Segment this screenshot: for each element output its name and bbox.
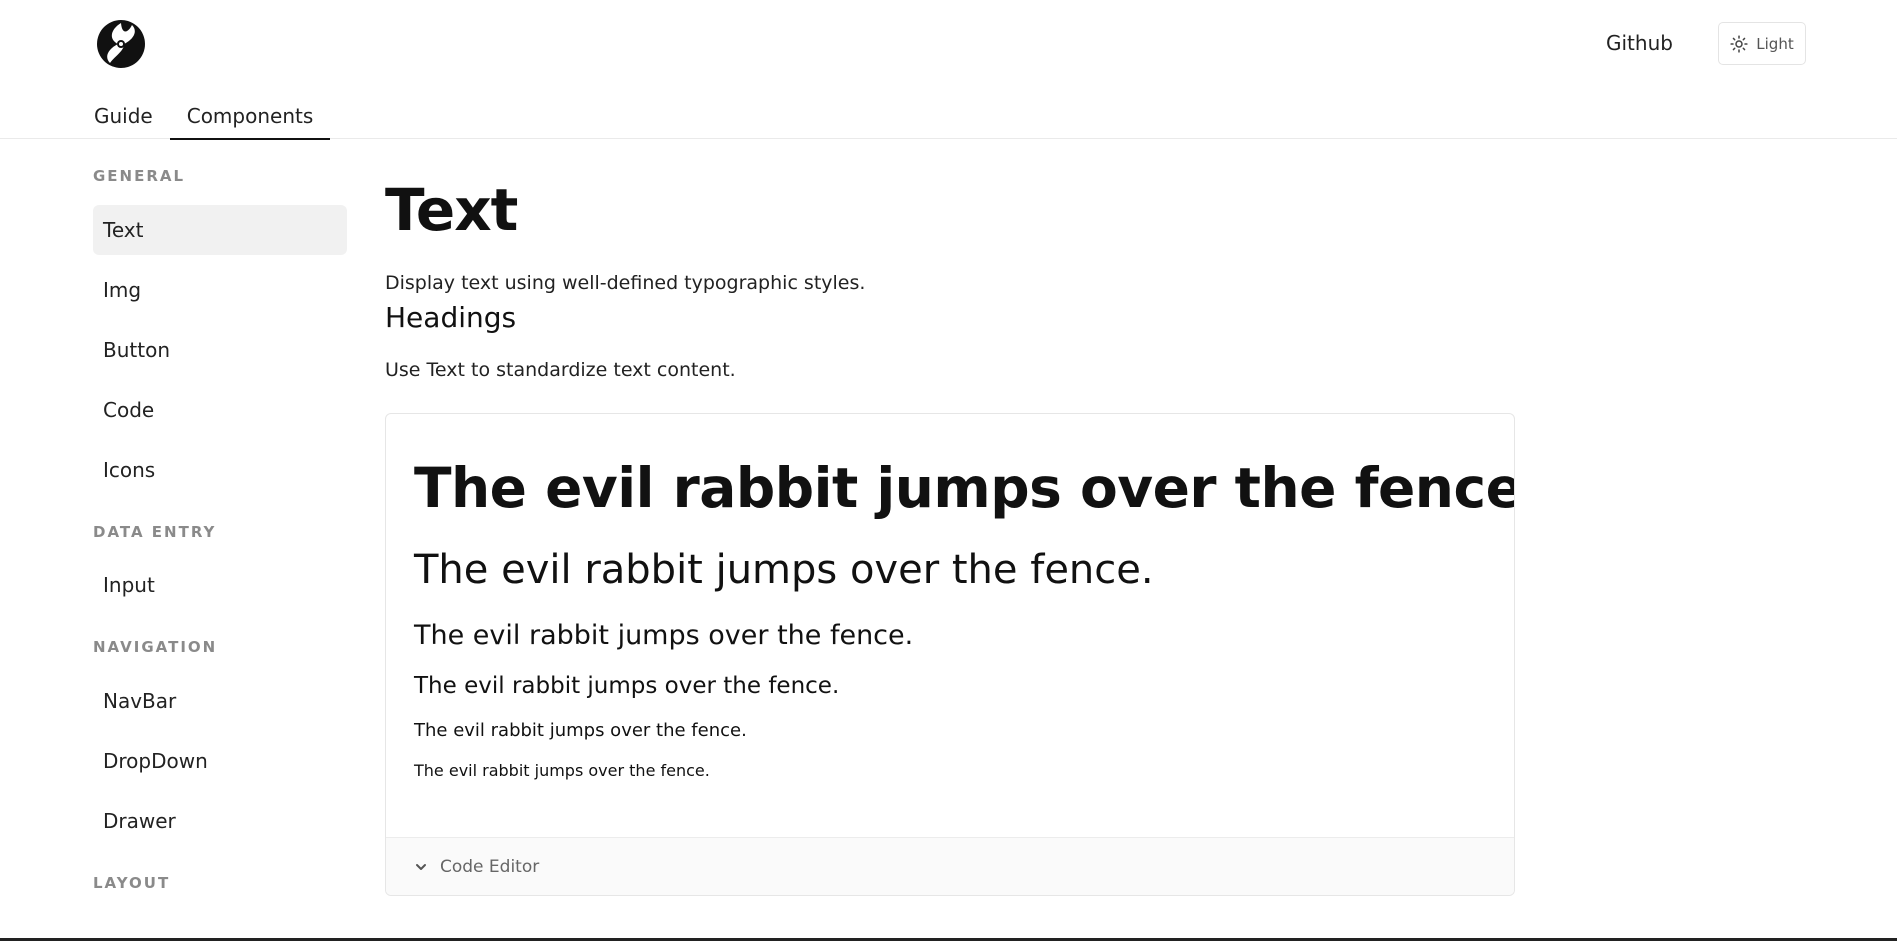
demo-card: The evil rabbit jumps over the fence. Th… <box>385 413 1515 896</box>
heading-sample-h2: The evil rabbit jumps over the fence. <box>414 547 1154 593</box>
top-header: Github Light Guide Components <box>0 0 1897 140</box>
sidebar-section-general: GENERAL <box>93 167 186 185</box>
sidebar-item-button[interactable]: Button <box>93 325 347 375</box>
sidebar-item-navbar[interactable]: NavBar <box>93 676 347 726</box>
page-description: Display text using well-defined typograp… <box>385 272 866 294</box>
code-editor-label: Code Editor <box>440 856 540 877</box>
theme-toggle-button[interactable]: Light <box>1718 22 1806 65</box>
page-title: Text <box>385 176 518 244</box>
heading-sample-h6: The evil rabbit jumps over the fence. <box>414 761 710 780</box>
sidebar-item-code[interactable]: Code <box>93 385 347 435</box>
sidebar-item-dropdown[interactable]: DropDown <box>93 736 347 786</box>
section-heading: Headings <box>385 301 517 334</box>
sidebar-section-navigation: NAVIGATION <box>93 638 218 656</box>
tab-guide[interactable]: Guide <box>77 100 170 139</box>
sidebar-item-input[interactable]: Input <box>93 560 347 610</box>
sidebar-item-text[interactable]: Text <box>93 205 347 255</box>
chevron-down-icon <box>416 863 426 870</box>
heading-sample-h1: The evil rabbit jumps over the fence. <box>414 456 1515 520</box>
code-editor-toggle[interactable]: Code Editor <box>386 837 1514 895</box>
heading-sample-h4: The evil rabbit jumps over the fence. <box>414 673 840 699</box>
heading-sample-h5: The evil rabbit jumps over the fence. <box>414 720 747 741</box>
logo-icon[interactable] <box>96 19 146 69</box>
heading-sample-h3: The evil rabbit jumps over the fence. <box>414 620 914 651</box>
tab-components[interactable]: Components <box>169 100 331 140</box>
sun-icon <box>1730 34 1748 53</box>
sidebar-section-layout: LAYOUT <box>93 874 171 892</box>
sidebar-item-drawer[interactable]: Drawer <box>93 796 347 846</box>
sidebar-item-img[interactable]: Img <box>93 265 347 315</box>
sidebar-item-icons[interactable]: Icons <box>93 445 347 495</box>
top-tabs: Guide Components <box>77 100 331 140</box>
sidebar-section-data-entry: DATA ENTRY <box>93 523 217 541</box>
theme-label: Light <box>1756 34 1794 53</box>
github-link[interactable]: Github <box>1606 31 1673 55</box>
section-description: Use Text to standardize text content. <box>385 359 736 381</box>
